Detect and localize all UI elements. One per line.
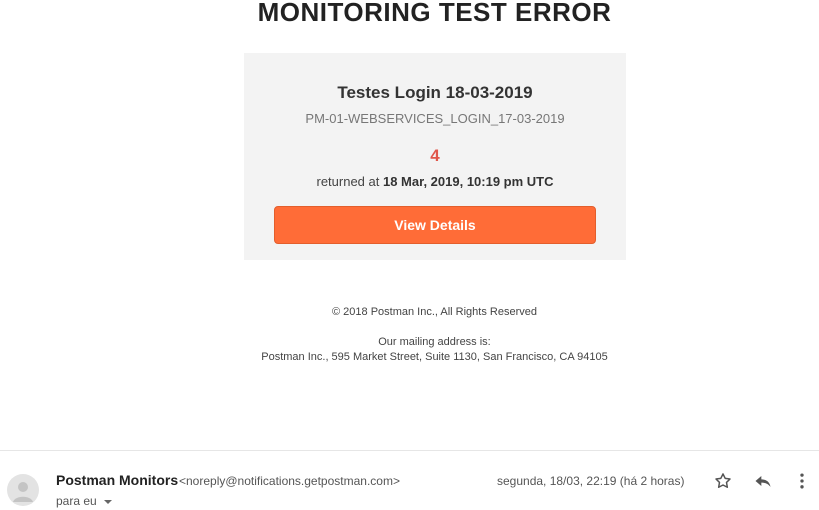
monitor-id: PM-01-WEBSERVICES_LOGIN_17-03-2019	[305, 111, 565, 126]
recipient-toggle[interactable]: para eu	[56, 494, 113, 508]
reply-icon[interactable]	[752, 470, 774, 492]
returned-time: 18 Mar, 2019, 10:19 pm UTC	[382, 174, 554, 189]
footer-mailing-label: Our mailing address is:	[378, 336, 491, 348]
email-heading: MONITORING TEST ERROR	[257, 0, 612, 27]
message-date: segunda, 18/03, 22:19 (há 2 horas)	[497, 474, 685, 488]
email-view: MONITORING TEST ERROR Testes Login 18-03…	[0, 0, 819, 510]
view-details-button[interactable]: View Details	[274, 206, 596, 244]
sender-name[interactable]: Postman Monitors	[56, 472, 178, 488]
sender-email: <noreply@notifications.getpostman.com>	[179, 474, 400, 488]
star-icon[interactable]	[712, 470, 734, 492]
avatar-icon[interactable]	[7, 474, 39, 506]
chevron-down-icon	[103, 494, 113, 508]
recipient-label: para eu	[56, 494, 97, 508]
divider	[0, 450, 819, 451]
monitor-card: Testes Login 18-03-2019 PM-01-WEBSERVICE…	[244, 53, 626, 260]
footer-mailing-address: Postman Inc., 595 Market Street, Suite 1…	[261, 351, 608, 363]
footer-copyright: © 2018 Postman Inc., All Rights Reserved	[332, 306, 537, 318]
returned-prefix: returned at	[316, 174, 380, 189]
error-count: 4	[430, 146, 440, 165]
returned-line: returned at 18 Mar, 2019, 10:19 pm UTC	[244, 174, 626, 189]
monitor-title: Testes Login 18-03-2019	[337, 83, 533, 102]
more-vert-icon[interactable]	[791, 470, 813, 492]
